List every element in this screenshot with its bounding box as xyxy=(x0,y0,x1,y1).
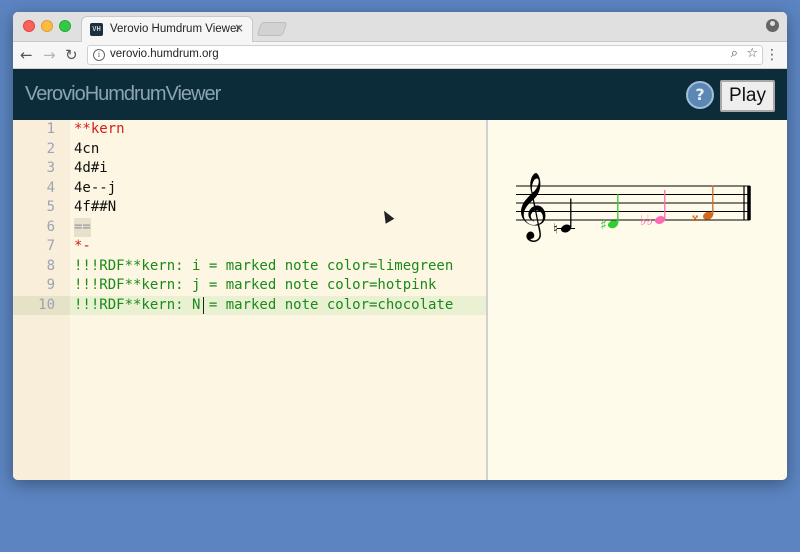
browser-toolbar: ← → ↻ i verovio.humdrum.org ⌕ ☆ ⋮ xyxy=(13,42,787,69)
natural-accidental-icon: ♮ xyxy=(553,222,558,238)
sharp-accidental-icon: ♯ xyxy=(600,217,607,233)
tab-close-icon[interactable]: × xyxy=(234,21,244,35)
play-button[interactable]: Play xyxy=(720,80,775,112)
editor-line[interactable]: 5 4f##N xyxy=(13,198,486,218)
forward-button[interactable]: → xyxy=(43,45,56,65)
line-code[interactable]: 4e--j xyxy=(74,179,116,199)
editor-line[interactable]: 8 !!!RDF**kern: i = marked note color=lim… xyxy=(13,257,486,277)
close-window-button[interactable] xyxy=(23,20,35,32)
editor-line[interactable]: 9 !!!RDF**kern: j = marked note color=hot… xyxy=(13,276,486,296)
line-number: 6 xyxy=(46,218,55,235)
notation-pane: 𝄞 ♮ ♯ ♭♭ 𝄪 xyxy=(488,120,787,480)
back-button[interactable]: ← xyxy=(20,45,33,65)
note-f[interactable]: 𝄪 xyxy=(692,185,714,225)
tab-strip: VH Verovio Humdrum Viewer × xyxy=(13,12,787,43)
double-sharp-accidental-icon: 𝄪 xyxy=(692,209,698,225)
new-tab-button[interactable] xyxy=(256,22,288,36)
browser-menu-icon[interactable]: ⋮ xyxy=(765,46,779,64)
note-e[interactable]: ♭♭ xyxy=(640,190,666,229)
line-number: 9 xyxy=(46,277,55,293)
line-number: 10 xyxy=(13,295,70,315)
editor-line[interactable]: 6 == xyxy=(13,217,486,237)
editor-line[interactable]: 10 !!!RDF**kern: N = marked note color=ch… xyxy=(13,295,486,316)
app-title: VerovioHumdrumViewer xyxy=(25,83,221,105)
help-button[interactable]: ? xyxy=(686,81,714,109)
editor-line[interactable]: 2 4cn xyxy=(13,140,486,160)
line-code[interactable]: == xyxy=(74,217,91,237)
line-number: 3 xyxy=(46,160,55,176)
address-bar[interactable]: i verovio.humdrum.org ⌕ ☆ xyxy=(87,45,763,65)
line-number: 2 xyxy=(46,140,55,157)
double-flat-accidental-icon: ♭♭ xyxy=(640,213,653,229)
site-info-icon[interactable]: i xyxy=(93,49,105,61)
reload-button[interactable]: ↻ xyxy=(65,45,78,65)
profile-icon[interactable] xyxy=(766,19,779,32)
note-d[interactable]: ♯ xyxy=(600,194,619,233)
line-code[interactable]: !!!RDF**kern: N = marked note color=choc… xyxy=(74,296,453,316)
tab-verovio[interactable]: VH Verovio Humdrum Viewer × xyxy=(81,16,253,43)
maximize-window-button[interactable] xyxy=(59,20,71,32)
line-code[interactable]: *- xyxy=(74,237,91,257)
line-code[interactable]: 4f##N xyxy=(74,198,116,218)
line-code[interactable]: 4cn xyxy=(74,140,99,160)
treble-clef-icon: 𝄞 xyxy=(514,171,548,242)
editor-line[interactable]: 3 4d#i xyxy=(13,159,486,179)
bookmark-star-icon[interactable]: ☆ xyxy=(746,46,758,61)
editor-line[interactable]: 7 *- xyxy=(13,237,486,257)
browser-window: VH Verovio Humdrum Viewer × ← → ↻ i vero… xyxy=(13,12,787,480)
favicon-icon: VH xyxy=(90,23,103,36)
tab-title: Verovio Humdrum Viewer xyxy=(110,23,241,35)
line-number: 8 xyxy=(46,257,55,274)
line-code[interactable]: !!!RDF**kern: i = marked note color=lime… xyxy=(74,257,453,277)
line-number: 4 xyxy=(46,179,55,196)
zoom-icon[interactable]: ⌕ xyxy=(731,46,738,61)
line-number: 1 xyxy=(46,121,55,137)
music-staff: 𝄞 ♮ ♯ ♭♭ 𝄪 xyxy=(514,171,751,242)
editor-line[interactable]: 4 4e--j xyxy=(13,179,486,199)
line-code[interactable]: !!!RDF**kern: j = marked note color=hotp… xyxy=(74,276,436,296)
line-code[interactable]: 4d#i xyxy=(74,159,108,179)
line-number: 5 xyxy=(46,199,55,215)
line-code[interactable]: **kern xyxy=(74,120,125,140)
code-editor[interactable]: 1 **kern 2 4cn 3 4d#i 4 4e--j 5 4f##N 6 == 7 *- 8 !!!RD… xyxy=(13,120,486,480)
editor-line[interactable]: 1 **kern xyxy=(13,120,486,140)
note-c[interactable]: ♮ xyxy=(553,198,575,238)
app-header: VerovioHumdrumViewer ? Play xyxy=(13,69,787,120)
line-number: 7 xyxy=(46,238,55,254)
url-text[interactable]: verovio.humdrum.org xyxy=(110,48,219,60)
text-cursor xyxy=(203,296,204,314)
minimize-window-button[interactable] xyxy=(41,20,53,32)
